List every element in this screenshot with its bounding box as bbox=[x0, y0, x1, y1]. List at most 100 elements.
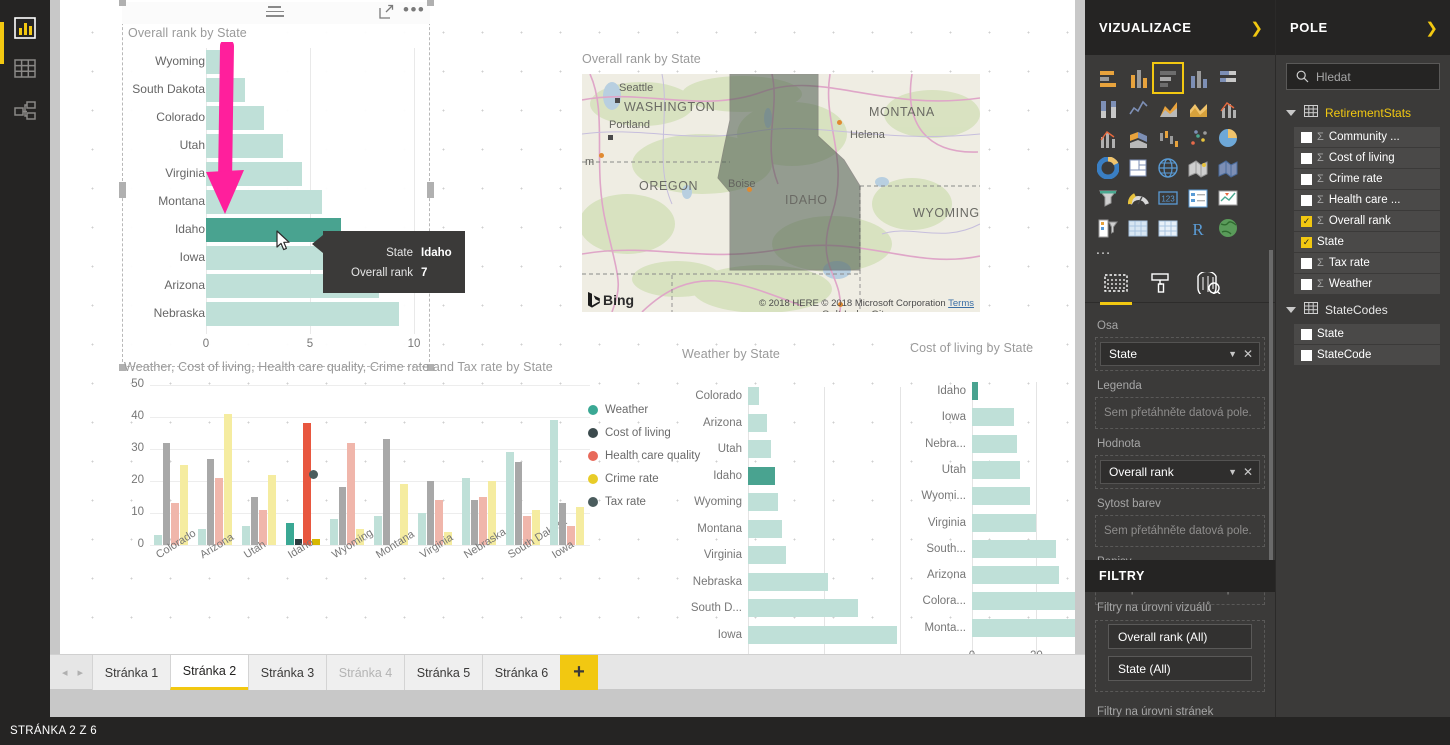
donut-chart-icon[interactable] bbox=[1094, 154, 1122, 182]
field-checkbox[interactable] bbox=[1301, 173, 1312, 185]
weather-by-state-visual[interactable]: Weather by State Colorado Arizona Utah Idah… bbox=[620, 345, 920, 670]
field-checkbox[interactable] bbox=[1301, 131, 1312, 143]
fields-tab-icon[interactable] bbox=[1100, 272, 1132, 305]
gauge-icon[interactable] bbox=[1124, 184, 1152, 212]
terms-link[interactable]: Terms bbox=[948, 298, 974, 309]
format-paintroller-tab-icon[interactable] bbox=[1149, 272, 1175, 296]
field-row[interactable]: Σ Tax rate bbox=[1294, 253, 1440, 273]
column-bar[interactable] bbox=[506, 452, 514, 545]
treemap-icon[interactable] bbox=[1124, 154, 1152, 182]
filled-map-icon[interactable] bbox=[1184, 154, 1212, 182]
chevron-down-icon[interactable]: ▼ bbox=[1228, 467, 1237, 477]
column-bar[interactable] bbox=[162, 442, 171, 545]
bar-row[interactable]: Nebraska bbox=[128, 300, 428, 328]
visual-type-gallery[interactable]: 123 R bbox=[1085, 55, 1275, 243]
card-icon[interactable]: 123 bbox=[1154, 184, 1182, 212]
python-visual-icon[interactable] bbox=[1214, 214, 1242, 242]
bar[interactable] bbox=[972, 408, 1014, 427]
bar[interactable] bbox=[748, 572, 828, 591]
page-tab[interactable]: Stránka 4 bbox=[326, 655, 404, 690]
expand-collapse-caret-icon[interactable] bbox=[1286, 110, 1296, 116]
report-page-canvas[interactable]: ••• Overall rank by State Wyoming South D… bbox=[60, 0, 1075, 682]
bar[interactable] bbox=[206, 50, 226, 74]
filter-card-state[interactable]: State (All) bbox=[1108, 656, 1252, 681]
column-bar[interactable] bbox=[347, 442, 355, 545]
cost-of-living-by-state-visual[interactable]: Cost of living by State Idaho Iowa Nebra..… bbox=[910, 338, 1075, 670]
fields-table-header[interactable]: StateCodes bbox=[1276, 295, 1450, 323]
column-group[interactable] bbox=[198, 385, 242, 545]
bar[interactable] bbox=[748, 546, 787, 564]
focus-mode-icon[interactable] bbox=[379, 4, 394, 24]
bar[interactable] bbox=[748, 493, 779, 511]
r-script-visual-icon[interactable]: R bbox=[1184, 214, 1212, 242]
column-bar[interactable] bbox=[338, 487, 347, 545]
collapse-visualizations-chevron-icon[interactable]: ❯ bbox=[1250, 19, 1263, 37]
table-icon[interactable] bbox=[1124, 214, 1152, 242]
stacked-bar-chart-icon[interactable] bbox=[1094, 64, 1122, 92]
multi-row-card-icon[interactable] bbox=[1184, 184, 1212, 212]
scatter-chart-icon[interactable] bbox=[1184, 124, 1212, 152]
column-bar[interactable] bbox=[576, 506, 584, 545]
field-checkbox[interactable]: ✓ bbox=[1301, 236, 1312, 248]
collapse-fields-chevron-icon[interactable]: ❯ bbox=[1425, 19, 1438, 37]
field-checkbox[interactable]: ✓ bbox=[1301, 215, 1312, 227]
bar[interactable] bbox=[972, 487, 1030, 506]
bar-row[interactable]: Colorado bbox=[128, 104, 428, 132]
bar[interactable] bbox=[972, 592, 1075, 611]
bar[interactable] bbox=[748, 466, 775, 485]
bar[interactable] bbox=[972, 460, 1021, 479]
fields-search-input[interactable]: Hledat bbox=[1286, 63, 1440, 90]
bar[interactable] bbox=[748, 625, 897, 644]
column-bar[interactable] bbox=[426, 481, 435, 545]
column-group[interactable] bbox=[418, 385, 462, 545]
column-group[interactable] bbox=[374, 385, 418, 545]
funnel-icon[interactable] bbox=[1094, 184, 1122, 212]
field-checkbox[interactable] bbox=[1301, 194, 1312, 206]
multi-measure-column-chart[interactable]: Weather, Cost of living, Health care qua… bbox=[110, 360, 700, 620]
line-clustered-column-chart-icon[interactable] bbox=[1094, 124, 1122, 152]
stacked-column-chart-icon[interactable] bbox=[1124, 64, 1152, 92]
report-view-icon[interactable] bbox=[13, 16, 37, 40]
more-visuals-icon[interactable]: … bbox=[1085, 242, 1275, 258]
chevron-down-icon[interactable]: ▼ bbox=[1228, 349, 1237, 359]
tax-rate-marker[interactable] bbox=[308, 469, 318, 479]
100-stacked-bar-chart-icon[interactable] bbox=[1214, 64, 1242, 92]
well-field-pill[interactable]: State ▼ ✕ bbox=[1100, 342, 1260, 366]
visualizations-panel-scrollbar[interactable] bbox=[1269, 250, 1273, 560]
field-row[interactable]: Σ Cost of living bbox=[1294, 148, 1440, 168]
kpi-icon[interactable] bbox=[1214, 184, 1242, 212]
column-bar[interactable] bbox=[206, 458, 215, 545]
column-bar[interactable] bbox=[558, 503, 567, 545]
page-tab[interactable]: Stránka 2 bbox=[170, 655, 248, 690]
column-bar[interactable] bbox=[242, 525, 250, 545]
field-checkbox[interactable] bbox=[1301, 152, 1312, 164]
bar-row[interactable]: Utah bbox=[128, 132, 428, 160]
map-icon[interactable] bbox=[1154, 154, 1182, 182]
column-group[interactable] bbox=[462, 385, 506, 545]
column-bar[interactable] bbox=[382, 439, 391, 545]
tab-nav-arrows[interactable]: ◂ ▸ bbox=[54, 655, 91, 690]
clustered-column-chart-icon[interactable] bbox=[1184, 64, 1212, 92]
matrix-icon[interactable] bbox=[1154, 214, 1182, 242]
field-row[interactable]: ✓ State bbox=[1294, 232, 1440, 252]
visual-filters-dropzone[interactable]: Overall rank (All) State (All) bbox=[1095, 620, 1265, 692]
column-bar[interactable] bbox=[470, 500, 479, 545]
bar[interactable] bbox=[972, 566, 1059, 585]
page-tab[interactable]: Stránka 6 bbox=[482, 655, 560, 690]
bar[interactable] bbox=[206, 162, 303, 186]
column-group[interactable] bbox=[242, 385, 286, 545]
visual-drag-handle-icon[interactable] bbox=[266, 6, 284, 17]
column-bar[interactable] bbox=[374, 516, 382, 545]
column-bar[interactable] bbox=[303, 423, 311, 545]
page-tab[interactable]: Stránka 3 bbox=[248, 655, 326, 690]
remove-field-icon[interactable]: ✕ bbox=[1243, 347, 1253, 361]
column-group[interactable] bbox=[286, 385, 330, 545]
column-group[interactable] bbox=[330, 385, 374, 545]
filter-card-overall-rank[interactable]: Overall rank (All) bbox=[1108, 624, 1252, 649]
column-bar[interactable] bbox=[418, 513, 426, 545]
well-dropzone[interactable]: Sem přetáhněte datová pole. bbox=[1095, 397, 1265, 429]
field-checkbox[interactable] bbox=[1301, 349, 1312, 361]
column-group[interactable] bbox=[506, 385, 550, 545]
bar-row[interactable]: South Dakota bbox=[128, 76, 428, 104]
remove-field-icon[interactable]: ✕ bbox=[1243, 465, 1253, 479]
